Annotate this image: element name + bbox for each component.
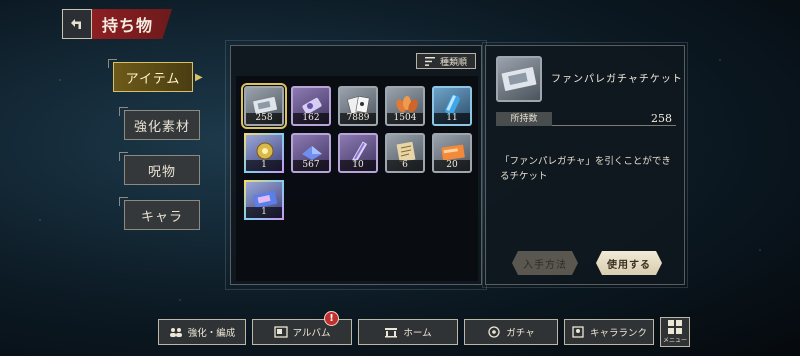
item-slot-potion[interactable]: 162 xyxy=(291,86,331,126)
item-qty: 162 xyxy=(293,113,329,124)
item-qty: 258 xyxy=(246,113,282,124)
item-qty: 7889 xyxy=(340,113,376,124)
item-slot-gacha-ticket[interactable]: 258 xyxy=(241,83,287,129)
acquire-method-button[interactable]: 入手方法 xyxy=(512,251,578,275)
home-icon xyxy=(384,326,398,338)
rank-card-icon xyxy=(571,326,585,338)
item-slot-blade[interactable]: 10 xyxy=(338,133,378,173)
item-qty: 1504 xyxy=(387,113,423,124)
ticket-icon xyxy=(501,67,537,91)
nav-gacha-button[interactable]: ガチャ xyxy=(464,319,558,345)
gacha-icon xyxy=(487,326,501,338)
item-slot-special-ticket[interactable]: 1 xyxy=(244,180,284,220)
owned-count-row: 所持数 258 xyxy=(496,112,676,126)
owned-count-label: 所持数 xyxy=(496,112,552,126)
item-qty: 1 xyxy=(246,207,282,218)
item-slot-cards[interactable]: 7889 xyxy=(338,86,378,126)
tab-label: 呪物 xyxy=(147,164,176,180)
detail-item-image xyxy=(496,56,542,102)
nav-enhance-button[interactable]: 強化・編成 xyxy=(158,319,246,345)
item-grid-panel: 種類順 258 162 7889 1504 11 1 567 10 6 20 1 xyxy=(225,40,487,290)
sort-button[interactable]: 種類順 xyxy=(416,53,476,69)
owned-count-value: 258 xyxy=(651,112,672,125)
tab-label: アイテム xyxy=(125,71,181,87)
tab-materials[interactable]: 強化素材 xyxy=(119,107,200,140)
nav-label: ガチャ xyxy=(506,328,535,339)
team-icon xyxy=(169,326,183,338)
nav-label: キャラランク xyxy=(589,328,647,339)
item-qty: 1 xyxy=(246,160,282,171)
menu-grid-icon xyxy=(668,320,682,334)
menu-label: メニュー xyxy=(662,337,687,344)
nav-label: 強化・編成 xyxy=(187,328,236,339)
item-slot-scroll[interactable]: 6 xyxy=(385,133,425,173)
tab-label: キャラ xyxy=(140,209,183,225)
item-slot-vial[interactable]: 11 xyxy=(432,86,472,126)
tab-characters[interactable]: キャラ xyxy=(119,197,200,230)
item-slot-emblem[interactable]: 1 xyxy=(244,133,284,173)
sort-icon xyxy=(424,56,435,66)
item-qty: 20 xyxy=(434,160,470,171)
nav-chara-rank-button[interactable]: キャラランク xyxy=(564,319,654,345)
back-button[interactable] xyxy=(62,9,92,39)
detail-item-name: ファンパレガチャチケット xyxy=(551,74,683,85)
tab-items[interactable]: アイテム xyxy=(108,59,193,92)
tab-label: 強化素材 xyxy=(133,119,190,135)
item-slot-card[interactable]: 20 xyxy=(432,133,472,173)
item-qty: 11 xyxy=(434,113,470,124)
active-tab-arrow-icon: ▶ xyxy=(195,72,203,83)
menu-button[interactable]: メニュー xyxy=(660,317,690,347)
back-arrow-icon xyxy=(71,19,81,29)
item-description: 「ファンパレガチャ」を引くことができるチケット xyxy=(500,156,671,182)
nav-home-button[interactable]: ホーム xyxy=(358,319,458,345)
item-slot-crystal[interactable]: 567 xyxy=(291,133,331,173)
page-title-bar: 持ち物 xyxy=(92,9,172,39)
sort-label: 種類順 xyxy=(439,57,467,68)
item-grid: 258 162 7889 1504 11 1 567 10 6 20 1 xyxy=(236,76,478,281)
tab-curses[interactable]: 呪物 xyxy=(119,152,200,185)
nav-label: ホーム xyxy=(403,328,432,339)
item-qty: 567 xyxy=(293,160,329,171)
item-detail-panel: ファンパレガチャチケット 所持数 258 「ファンパレガチャ」を引くことができる… xyxy=(482,42,688,288)
album-icon xyxy=(273,326,288,338)
notification-badge: ! xyxy=(324,311,339,326)
item-qty: 10 xyxy=(340,160,376,171)
item-qty: 6 xyxy=(387,160,423,171)
page-title: 持ち物 xyxy=(102,16,154,35)
item-slot-leaves[interactable]: 1504 xyxy=(385,86,425,126)
nav-label: アルバム xyxy=(292,328,331,339)
use-button[interactable]: 使用する xyxy=(596,251,662,275)
